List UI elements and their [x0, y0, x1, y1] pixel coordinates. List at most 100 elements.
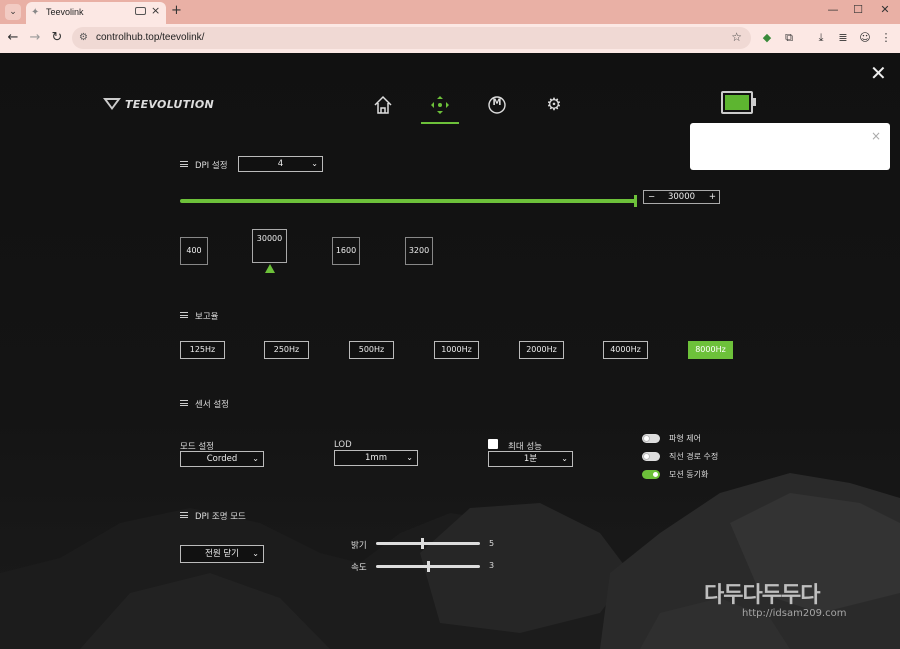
brand-name: TEEVOLUTION: [125, 98, 214, 111]
reload-button[interactable]: ↻: [49, 30, 65, 45]
browser-toolbar: ← → ↻ ⚙ controlhub.top/teevolink/ ☆ ◆ ⧉ …: [0, 24, 900, 53]
rate-2000hz-button[interactable]: 2000Hz: [519, 341, 564, 359]
ripple-control-label: 파형 제어: [669, 434, 701, 443]
dpi-preset-3[interactable]: 1600: [332, 237, 360, 265]
battery-level: [725, 95, 749, 110]
rate-125hz-button[interactable]: 125Hz: [180, 341, 225, 359]
battery-tip: [753, 98, 756, 106]
back-button[interactable]: ←: [5, 30, 21, 45]
report-rate-title: 보고율: [180, 310, 218, 322]
maximize-button[interactable]: ☐: [848, 3, 868, 16]
lod-select[interactable]: 1mm ⌄: [334, 450, 418, 466]
brightness-slider[interactable]: [376, 538, 480, 549]
profile-avatar-icon[interactable]: ☺: [858, 31, 872, 45]
speed-value: 3: [489, 561, 495, 570]
toggle-knob: [643, 435, 650, 442]
toggle-knob: [652, 471, 659, 478]
browser-menu-button[interactable]: ⋮: [879, 31, 893, 45]
window-close-button[interactable]: ✕: [875, 3, 895, 16]
download-icon[interactable]: ⤓: [814, 31, 828, 45]
site-info-icon[interactable]: ⚙: [79, 32, 88, 43]
home-icon[interactable]: [372, 94, 394, 116]
toggle-knob: [643, 453, 650, 460]
mode-select[interactable]: Corded ⌄: [180, 451, 264, 467]
speed-slider[interactable]: [376, 561, 480, 572]
motion-sync-label: 모션 동기화: [669, 470, 709, 479]
max-performance-value: 1분: [523, 454, 538, 464]
rate-250hz-button[interactable]: 250Hz: [264, 341, 309, 359]
forward-button[interactable]: →: [27, 30, 43, 45]
max-performance-select[interactable]: 1분 ⌄: [488, 451, 573, 467]
watermark-title: 다두다두두다: [704, 583, 820, 608]
gear-icon[interactable]: ⚙: [543, 94, 565, 116]
dpi-decrease-button[interactable]: −: [648, 191, 655, 203]
mode-value: Corded: [206, 454, 238, 464]
angle-snap-toggle[interactable]: [642, 452, 660, 461]
lighting-title-text: DPI 조명 모드: [195, 512, 246, 522]
notification-popup: ×: [690, 123, 890, 170]
menu-icon: [180, 312, 188, 318]
motion-sync-toggle[interactable]: [642, 470, 660, 479]
favicon-icon: ✦: [31, 7, 40, 18]
chevron-down-icon: ⌄: [252, 454, 259, 463]
new-tab-button[interactable]: +: [171, 3, 182, 18]
lod-label: LOD: [334, 440, 352, 450]
address-bar[interactable]: ⚙ controlhub.top/teevolink/ ☆: [72, 27, 751, 49]
macro-letter: M: [492, 98, 502, 108]
lighting-mode-value: 전원 닫기: [205, 549, 239, 559]
active-tab-indicator: [421, 122, 459, 124]
dpi-stepper: 30000 − +: [643, 190, 720, 204]
rate-8000hz-button[interactable]: 8000Hz: [688, 341, 733, 359]
dpi-slider-track[interactable]: [180, 199, 636, 203]
angle-snap-label: 직선 경로 수정: [669, 452, 719, 461]
menu-icon: [180, 512, 188, 518]
chevron-down-icon: ⌄: [311, 159, 318, 168]
close-app-button[interactable]: ✕: [870, 63, 887, 83]
brightness-slider-thumb[interactable]: [421, 538, 425, 549]
brightness-label: 밝기: [351, 541, 367, 551]
dpi-section-title: DPI 설정: [180, 159, 228, 171]
speed-slider-thumb[interactable]: [426, 561, 430, 572]
url-text[interactable]: controlhub.top/teevolink/: [96, 32, 204, 43]
brand-logo: TEEVOLUTION: [103, 96, 214, 115]
dpi-preset-4[interactable]: 3200: [405, 237, 433, 265]
minimize-button[interactable]: —: [823, 3, 843, 16]
app-page: ✕ TEEVOLUTION M ⚙ × DPI 설정 4 ⌄ 30000 − +…: [0, 53, 900, 649]
macro-icon[interactable]: M: [486, 94, 508, 116]
dpi-preset-2[interactable]: 30000: [252, 229, 287, 263]
extension-icon[interactable]: ◆: [760, 31, 774, 45]
ripple-control-toggle[interactable]: [642, 434, 660, 443]
reading-list-icon[interactable]: ≣: [836, 31, 850, 45]
tab-title: Teevolink: [46, 7, 84, 17]
lod-value: 1mm: [365, 453, 387, 463]
extensions-puzzle-icon[interactable]: ⧉: [782, 31, 796, 45]
tab-search-button[interactable]: ⌄: [5, 4, 21, 20]
watermark-url: http://idsam209.com: [742, 608, 847, 619]
popup-close-button[interactable]: ×: [871, 129, 881, 143]
move-icon[interactable]: [429, 94, 451, 116]
sensor-title-text: 센서 설정: [195, 400, 229, 410]
lighting-mode-select[interactable]: 전원 닫기 ⌄: [180, 545, 264, 563]
chevron-down-icon: ⌄: [252, 549, 259, 558]
media-icon[interactable]: [135, 7, 146, 15]
tab-close-button[interactable]: ×: [151, 4, 160, 17]
menu-icon: [180, 400, 188, 406]
dpi-slider-thumb[interactable]: [634, 195, 637, 207]
max-performance-checkbox[interactable]: [488, 439, 498, 449]
dpi-profile-value: 4: [277, 159, 284, 169]
dpi-preset-1[interactable]: 400: [180, 237, 208, 265]
bookmark-star-icon[interactable]: ☆: [731, 30, 742, 44]
dpi-increase-button[interactable]: +: [709, 191, 716, 203]
chevron-down-icon: ⌄: [406, 453, 413, 462]
lighting-section-title: DPI 조명 모드: [180, 510, 246, 522]
dpi-title-text: DPI 설정: [195, 161, 228, 171]
dpi-value[interactable]: 30000: [644, 191, 719, 203]
menu-icon: [180, 161, 188, 167]
rate-1000hz-button[interactable]: 1000Hz: [434, 341, 479, 359]
dpi-profile-select[interactable]: 4 ⌄: [238, 156, 323, 172]
browser-tab[interactable]: ✦ Teevolink ×: [26, 2, 166, 24]
active-preset-pointer: [265, 264, 275, 273]
rate-500hz-button[interactable]: 500Hz: [349, 341, 394, 359]
browser-tab-bar: ⌄ ✦ Teevolink × + — ☐ ✕: [0, 0, 900, 24]
rate-4000hz-button[interactable]: 4000Hz: [603, 341, 648, 359]
